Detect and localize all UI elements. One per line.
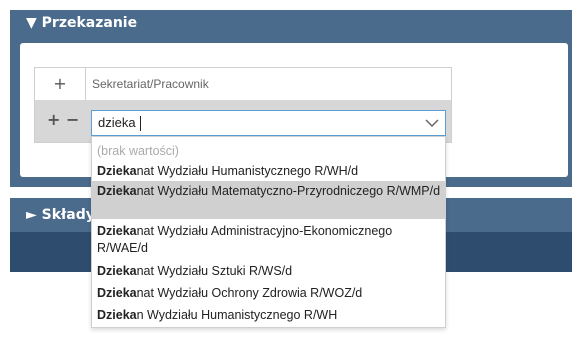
dropdown-option-highlighted[interactable]: Dziekanat Wydziału Matematyczno-Przyrodn… xyxy=(92,181,445,219)
option-rest: nat Wydziału Sztuki R/WS/d xyxy=(136,264,293,278)
collapse-arrow-icon: ▼ xyxy=(26,15,37,31)
expand-arrow-icon: ► xyxy=(26,207,37,223)
option-match: Dzieka xyxy=(97,264,137,278)
add-subrow-button[interactable]: + xyxy=(47,110,60,129)
select-input-value[interactable]: dzieka xyxy=(98,115,136,130)
dropdown-option[interactable]: Dziekanat Wydziału Ochrony Zdrowia R/WOZ… xyxy=(92,284,445,303)
option-match: Dzieka xyxy=(97,286,137,300)
select-dropdown-list: (brak wartości) Dziekanat Wydziału Human… xyxy=(91,136,446,328)
add-row-button[interactable]: + xyxy=(35,68,86,100)
dropdown-option[interactable]: Dziekanat Wydziału Sztuki R/WS/d xyxy=(92,262,445,281)
column-header-sekretariat: Sekretariat/Pracownik xyxy=(92,77,209,91)
grid-header-row: + Sekretariat/Pracownik xyxy=(35,68,451,100)
section-title-przekazanie: Przekazanie xyxy=(41,15,138,31)
option-rest: n Wydziału Humanistycznego R/WH xyxy=(136,308,338,322)
option-match: Dzieka xyxy=(97,308,137,322)
text-caret xyxy=(140,116,141,131)
dropdown-option[interactable]: Dziekanat Wydziału Administracyjno-Ekono… xyxy=(92,221,445,259)
option-rest: nat Wydziału Ochrony Zdrowia R/WOZ/d xyxy=(136,286,363,300)
dropdown-option[interactable]: Dziekan Wydziału Humanistycznego R/WH xyxy=(92,306,445,325)
option-match: Dzieka xyxy=(97,164,137,178)
row-actions: + − xyxy=(47,100,87,142)
chevron-down-icon[interactable] xyxy=(425,117,439,129)
option-rest: nat Wydziału Administracyjno-Ekonomiczne… xyxy=(97,224,393,255)
remove-row-button[interactable]: − xyxy=(66,110,79,129)
option-rest: nat Wydziału Humanistycznego R/WH/d xyxy=(136,164,359,178)
option-match: Dzieka xyxy=(97,184,137,198)
option-match: Dzieka xyxy=(97,224,137,238)
section-header-przekazanie[interactable]: ▼ Przekazanie xyxy=(10,10,572,37)
dropdown-option[interactable]: Dziekanat Wydziału Humanistycznego R/WH/… xyxy=(92,162,445,181)
dropdown-option-empty[interactable]: (brak wartości) xyxy=(92,141,445,161)
section-title-sklady: Składy xyxy=(41,207,95,223)
option-rest: nat Wydziału Matematyczno-Przyrodniczego… xyxy=(136,184,441,198)
sekretariat-select[interactable]: dzieka xyxy=(91,110,446,136)
